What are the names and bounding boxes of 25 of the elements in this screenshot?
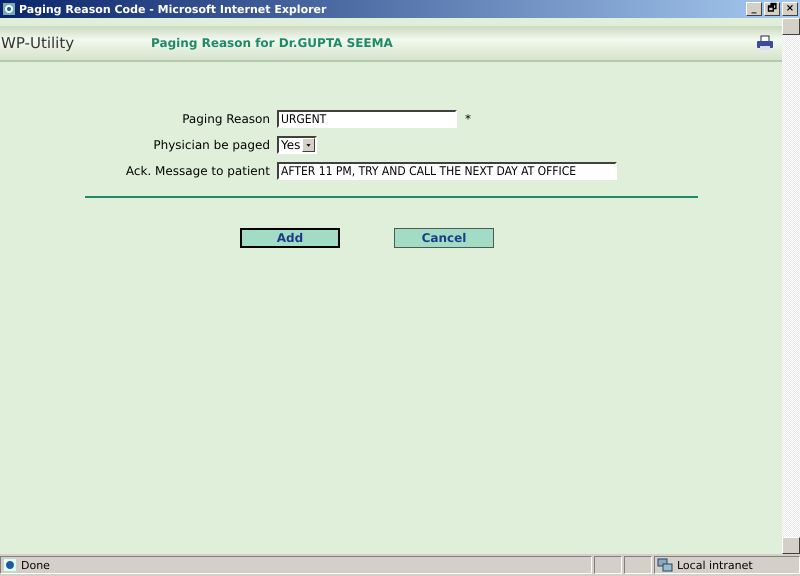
field-label: Physician be paged bbox=[153, 138, 270, 152]
page-title: Paging Reason for Dr.GUPTA SEEMA bbox=[151, 36, 394, 50]
page-icon bbox=[3, 558, 17, 572]
form-button[interactable]: Add bbox=[240, 228, 340, 248]
zone-text: Local intranet bbox=[677, 558, 753, 572]
browser-icon bbox=[2, 2, 16, 16]
status-text: Done bbox=[21, 558, 50, 572]
printer-icon[interactable] bbox=[756, 35, 774, 51]
window-title: Paging Reason Code - Microsoft Internet Explorer bbox=[19, 2, 328, 16]
network-icon bbox=[657, 558, 673, 572]
status-panel bbox=[624, 556, 652, 574]
text-field[interactable]: AFTER 11 PM, TRY AND CALL THE NEXT DAY AT OFFICE bbox=[277, 162, 617, 180]
required-mark: * bbox=[465, 112, 471, 126]
text-field[interactable]: URGENT bbox=[277, 110, 457, 128]
app-name: WP-Utility bbox=[0, 34, 76, 52]
status-panel bbox=[594, 556, 622, 574]
close-button[interactable]: × bbox=[782, 2, 798, 16]
form-button[interactable]: Cancel bbox=[394, 228, 494, 248]
field-label: Ack. Message to patient bbox=[126, 164, 270, 178]
field-label: Paging Reason bbox=[182, 112, 270, 126]
dropdown[interactable]: Yes bbox=[277, 136, 318, 154]
restore-button[interactable]: 🗗 bbox=[764, 2, 780, 16]
minimize-button[interactable]: _ bbox=[746, 2, 762, 16]
scroll-up-button[interactable] bbox=[782, 18, 800, 35]
scroll-down-button[interactable] bbox=[782, 537, 800, 554]
